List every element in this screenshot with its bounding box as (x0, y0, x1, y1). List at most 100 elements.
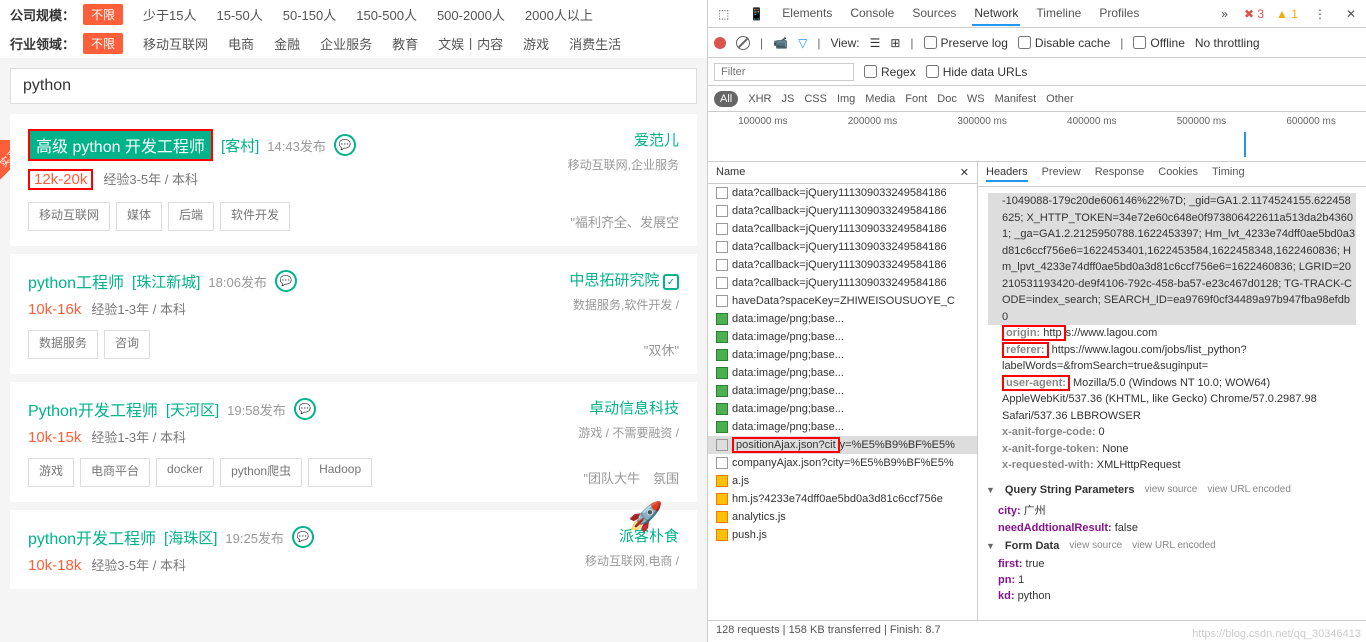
request-row[interactable]: data:image/png;base... (708, 346, 977, 364)
job-card[interactable]: python开发工程师 [海珠区] 19:25发布 💬 10k-18k经验3-5… (10, 510, 697, 589)
request-row[interactable]: companyAjax.json?city=%E5%B9%BF%E5% (708, 454, 977, 472)
company-name[interactable]: 爱范儿 (634, 132, 679, 149)
timeline[interactable]: 100000 ms200000 ms300000 ms400000 ms5000… (708, 112, 1366, 162)
request-row[interactable]: push.js (708, 526, 977, 544)
search-input[interactable]: python (10, 68, 697, 104)
request-row[interactable]: data:image/png;base... (708, 364, 977, 382)
view-list-icon[interactable]: ☰ (870, 36, 881, 50)
job-tag[interactable]: 移动互联网 (28, 202, 110, 231)
job-tag[interactable]: 数据服务 (28, 330, 98, 359)
job-tag[interactable]: 软件开发 (220, 202, 290, 231)
job-tag[interactable]: 媒体 (116, 202, 162, 231)
close-icon[interactable]: ✕ (1342, 5, 1360, 23)
type-filter-css[interactable]: CSS (804, 93, 827, 105)
camera-icon[interactable]: 📹 (773, 36, 788, 50)
request-row[interactable]: positionAjax.json?city=%E5%B9%BF%E5% (708, 436, 977, 454)
filter-tag-active[interactable]: 不限 (83, 33, 123, 54)
warning-count[interactable]: ▲ 1 (1276, 7, 1298, 21)
request-row[interactable]: data?callback=jQuery111309033249584186 (708, 274, 977, 292)
request-row[interactable]: data:image/png;base... (708, 400, 977, 418)
job-title[interactable]: python工程师 (28, 269, 124, 293)
devtools-tab-elements[interactable]: Elements (780, 2, 834, 26)
company-name[interactable]: 中思拓研究院 (569, 272, 659, 289)
type-filter-js[interactable]: JS (781, 93, 794, 105)
job-location[interactable]: [珠江新城] (132, 271, 200, 292)
type-filter-manifest[interactable]: Manifest (995, 93, 1037, 105)
detail-tab-cookies[interactable]: Cookies (1158, 166, 1198, 182)
request-row[interactable]: haveData?spaceKey=ZHIWEISOUSUOYE_C (708, 292, 977, 310)
job-location[interactable]: [海珠区] (164, 527, 217, 548)
request-row[interactable]: data?callback=jQuery111309033249584186 (708, 184, 977, 202)
message-icon[interactable]: 💬 (334, 134, 356, 156)
filter-tag-active[interactable]: 不限 (83, 4, 123, 25)
job-card[interactable]: Python开发工程师 [天河区] 19:58发布 💬 10k-15k经验1-3… (10, 382, 697, 502)
request-row[interactable]: data:image/png;base... (708, 382, 977, 400)
devtools-tab-network[interactable]: Network (972, 2, 1020, 26)
device-icon[interactable]: 📱 (745, 5, 768, 23)
company-name[interactable]: 卓动信息科技 (589, 400, 679, 417)
type-filter-font[interactable]: Font (905, 93, 927, 105)
message-icon[interactable]: 💬 (275, 270, 297, 292)
job-card[interactable]: 高级 python 开发工程师 [客村] 14:43发布 💬 12k-20k经验… (10, 114, 697, 246)
hide-data-urls-checkbox[interactable]: Hide data URLs (926, 65, 1028, 79)
type-filter-xhr[interactable]: XHR (748, 93, 771, 105)
type-filter-doc[interactable]: Doc (937, 93, 957, 105)
request-row[interactable]: hm.js?4233e74dff0ae5bd0a3d81c6ccf756e (708, 490, 977, 508)
detail-tab-timing[interactable]: Timing (1212, 166, 1245, 182)
filter-input[interactable] (714, 63, 854, 81)
detail-tab-headers[interactable]: Headers (986, 166, 1028, 182)
rocket-icon[interactable]: 🚀 (628, 500, 663, 533)
request-row[interactable]: data?callback=jQuery111309033249584186 (708, 202, 977, 220)
request-row[interactable]: data?callback=jQuery111309033249584186 (708, 220, 977, 238)
job-tag[interactable]: 游戏 (28, 458, 74, 487)
job-tag[interactable]: python爬虫 (220, 458, 302, 487)
clear-button[interactable] (736, 36, 750, 50)
devtools-tab-profiles[interactable]: Profiles (1097, 2, 1141, 26)
job-tag[interactable]: 后端 (168, 202, 214, 231)
preserve-log-checkbox[interactable]: Preserve log (924, 36, 1008, 50)
job-tag[interactable]: Hadoop (308, 458, 372, 487)
regex-checkbox[interactable]: Regex (864, 65, 916, 79)
job-title[interactable]: Python开发工程师 (28, 397, 158, 421)
type-filter-img[interactable]: Img (837, 93, 855, 105)
menu-icon[interactable]: ⋮ (1310, 5, 1330, 23)
devtools-tab-console[interactable]: Console (848, 2, 896, 26)
disable-cache-checkbox[interactable]: Disable cache (1018, 36, 1110, 50)
request-row[interactable]: data:image/png;base... (708, 418, 977, 436)
detail-tab-preview[interactable]: Preview (1042, 166, 1081, 182)
request-row[interactable]: data:image/png;base... (708, 328, 977, 346)
filter-icon[interactable]: ▽ (798, 36, 807, 50)
type-filter-ws[interactable]: WS (967, 93, 985, 105)
request-row[interactable]: data:image/png;base... (708, 310, 977, 328)
job-card[interactable]: python工程师 [珠江新城] 18:06发布 💬 10k-16k经验1-3年… (10, 254, 697, 374)
devtools-tab-sources[interactable]: Sources (910, 2, 958, 26)
record-button[interactable] (714, 37, 726, 49)
query-params-section[interactable]: Query String Parameters view source view… (978, 480, 1366, 500)
inspect-icon[interactable]: ⬚ (714, 5, 733, 23)
request-row[interactable]: analytics.js (708, 508, 977, 526)
error-count[interactable]: ✖ 3 (1244, 7, 1264, 21)
throttling-select[interactable]: No throttling (1195, 36, 1260, 50)
offline-checkbox[interactable]: Offline (1133, 36, 1184, 50)
type-filter-all[interactable]: All (714, 91, 738, 107)
message-icon[interactable]: 💬 (292, 526, 314, 548)
job-title[interactable]: python开发工程师 (28, 525, 156, 549)
form-data-section[interactable]: Form Data view source view URL encoded (978, 536, 1366, 556)
view-large-icon[interactable]: ⊞ (890, 36, 900, 50)
more-tabs-icon[interactable]: » (1217, 5, 1232, 23)
request-row[interactable]: a.js (708, 472, 977, 490)
job-tag[interactable]: 电商平台 (80, 458, 150, 487)
detail-tab-response[interactable]: Response (1095, 166, 1145, 182)
close-details-icon[interactable]: ✕ (960, 166, 969, 179)
job-location[interactable]: [天河区] (166, 399, 219, 420)
type-filter-media[interactable]: Media (865, 93, 895, 105)
job-tag[interactable]: docker (156, 458, 214, 487)
request-row[interactable]: data?callback=jQuery111309033249584186 (708, 256, 977, 274)
job-title[interactable]: 高级 python 开发工程师 (28, 129, 213, 161)
job-location[interactable]: [客村] (221, 135, 259, 156)
type-filter-other[interactable]: Other (1046, 93, 1074, 105)
message-icon[interactable]: 💬 (294, 398, 316, 420)
job-tag[interactable]: 咨询 (104, 330, 150, 359)
request-row[interactable]: data?callback=jQuery111309033249584186 (708, 238, 977, 256)
devtools-tab-timeline[interactable]: Timeline (1034, 2, 1083, 26)
